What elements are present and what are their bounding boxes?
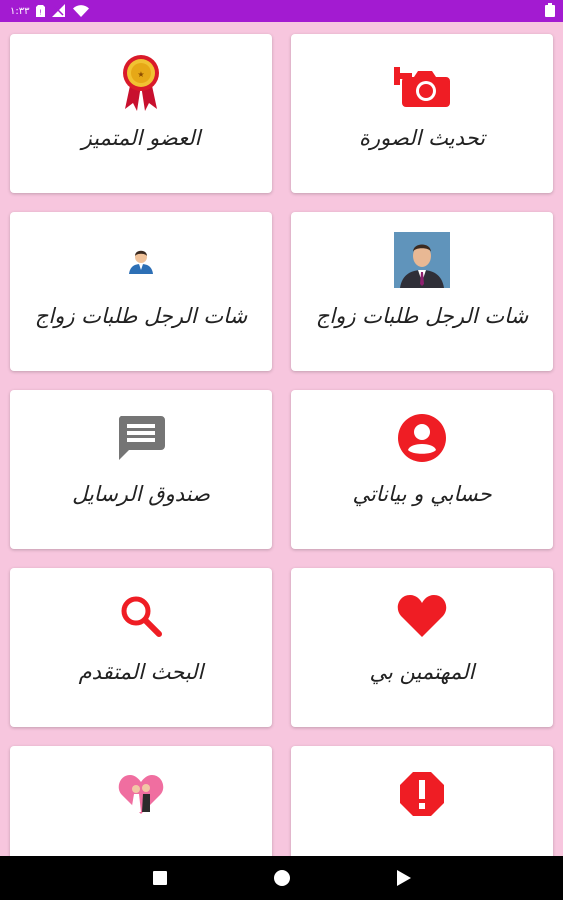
tile-label: تحديث الصورة: [359, 126, 485, 150]
tile-report[interactable]: [291, 746, 553, 856]
report-icon: [392, 764, 452, 824]
tile-advanced-search[interactable]: البحث المتقدم: [10, 568, 272, 727]
tile-label: صندوق الرسايل: [72, 482, 210, 506]
tile-label: المهتمين بي: [369, 660, 475, 684]
home-button[interactable]: [267, 863, 297, 893]
home-icon: [273, 870, 290, 886]
svg-text:★: ★: [137, 70, 144, 79]
camera-add-icon: [392, 52, 452, 112]
tile-interested-in-me[interactable]: المهتمين بي: [291, 568, 553, 727]
sim-icon: !: [36, 2, 46, 21]
play-back-icon: [396, 870, 411, 886]
tile-update-photo[interactable]: تحديث الصورة: [291, 34, 553, 193]
tile-label: حسابي و بياناتي: [352, 482, 492, 506]
recents-button[interactable]: [145, 863, 175, 893]
wifi-icon: [73, 2, 90, 21]
status-time: ١:٣٣: [10, 5, 30, 17]
back-button[interactable]: [389, 863, 419, 893]
heart-icon: [392, 586, 452, 646]
award-ribbon-icon: ★: [111, 52, 171, 112]
tile-marriage-chat-photo[interactable]: شات الرجل طلبات زواج: [291, 212, 553, 371]
tile-label: البحث المتقدم: [78, 660, 204, 684]
tile-wedding[interactable]: [10, 746, 272, 856]
tile-my-account[interactable]: حسابي و بياناتي: [291, 390, 553, 549]
menu-grid: تحديث الصورة ★ العضو المتميز شات الرجل ط…: [0, 22, 563, 856]
tile-label: شات الرجل طلبات زواج: [34, 304, 248, 328]
man-photo-icon: [392, 230, 452, 290]
recents-icon: [152, 871, 167, 885]
tile-marriage-chat-avatar[interactable]: شات الرجل طلبات زواج: [10, 212, 272, 371]
account-circle-icon: [392, 408, 452, 468]
status-bar: ١:٣٣ !: [0, 0, 563, 22]
navigation-bar: [0, 856, 563, 900]
tile-messages[interactable]: صندوق الرسايل: [10, 390, 272, 549]
battery-icon: [545, 2, 555, 21]
status-left-group: ١:٣٣ !: [10, 2, 90, 21]
man-avatar-icon: [111, 230, 171, 290]
svg-text:!: !: [40, 8, 43, 16]
signal-icon: [52, 2, 66, 21]
wedding-couple-icon: [111, 764, 171, 824]
search-icon: [111, 586, 171, 646]
tile-label: العضو المتميز: [81, 126, 201, 150]
tile-label: شات الرجل طلبات زواج: [315, 304, 529, 328]
message-icon: [111, 408, 171, 468]
tile-premium-member[interactable]: ★ العضو المتميز: [10, 34, 272, 193]
